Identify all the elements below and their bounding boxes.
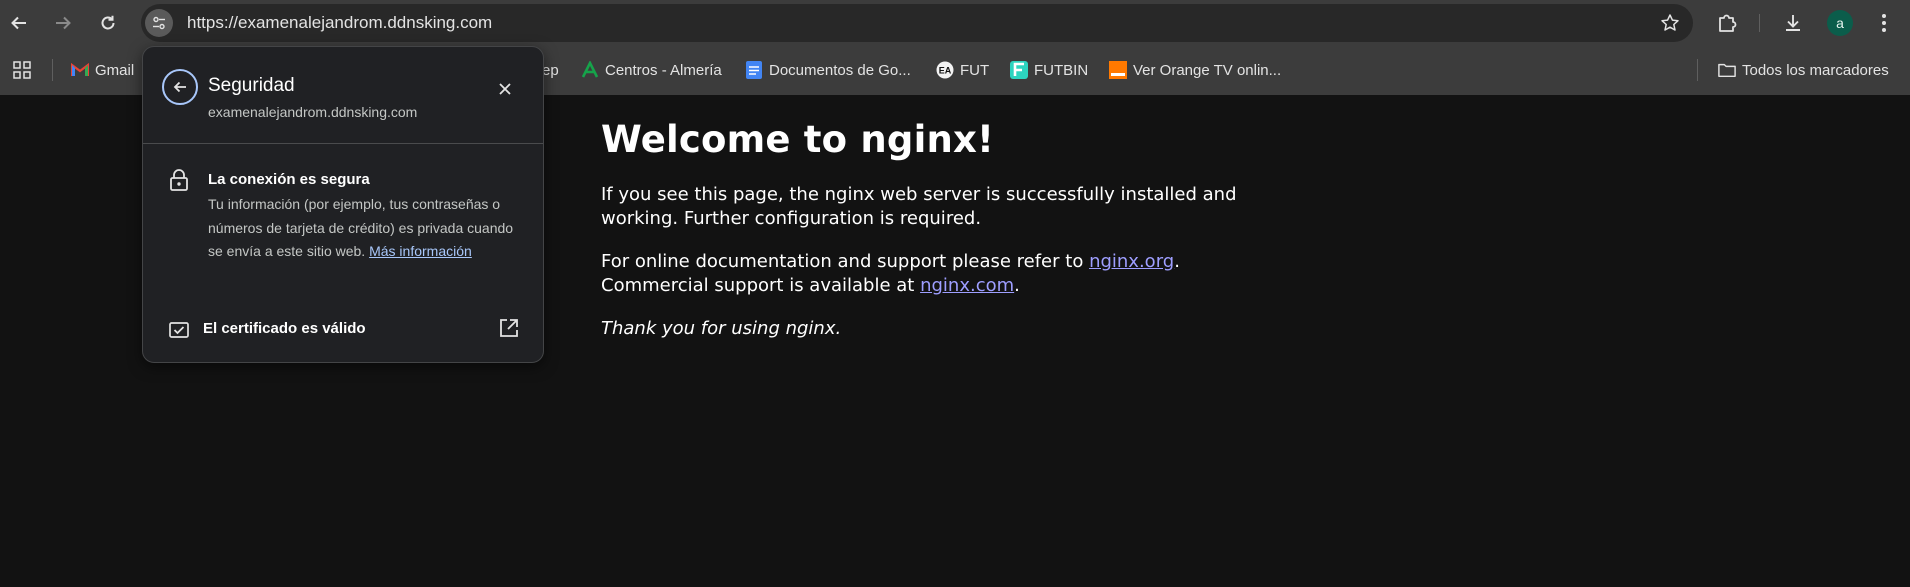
tune-icon <box>153 16 165 30</box>
arrow-left-icon <box>11 16 26 30</box>
connection-status-title: La conexión es segura <box>208 171 370 188</box>
bookmark-fut[interactable]: EA FUT <box>936 58 989 82</box>
arrow-right-icon <box>56 16 71 30</box>
popup-close-button[interactable] <box>495 79 515 99</box>
arrow-left-icon <box>173 81 186 93</box>
popup-domain: examenalejandrom.ddnsking.com <box>208 104 418 120</box>
bookmark-google-docs[interactable]: Documentos de Go... <box>745 58 911 82</box>
bookmarks-divider-right <box>1697 59 1698 81</box>
gmail-icon <box>71 61 89 79</box>
browser-menu-button[interactable] <box>1871 10 1897 36</box>
bookmark-label: Gmail <box>95 61 135 79</box>
extensions-button[interactable] <box>1714 10 1740 36</box>
folder-icon <box>1718 61 1736 79</box>
certificate-label: El certificado es válido <box>203 320 366 337</box>
orange-icon <box>1109 61 1127 79</box>
apps-button[interactable] <box>9 57 35 83</box>
external-link-icon[interactable] <box>498 317 520 339</box>
bookmark-orange-tv[interactable]: Ver Orange TV onlin... <box>1109 58 1281 82</box>
connection-status-body: Tu información (por ejemplo, tus contras… <box>208 193 518 264</box>
junta-andalucia-icon <box>581 61 599 79</box>
download-icon <box>1786 15 1800 31</box>
toolbar-divider <box>1759 14 1760 32</box>
avatar[interactable]: a <box>1827 10 1853 36</box>
nginx-org-link[interactable]: nginx.org <box>1089 251 1174 272</box>
docs-period: . <box>1174 251 1180 272</box>
bookmark-futbin[interactable]: FUTBIN <box>1010 58 1088 82</box>
bookmark-star-button[interactable] <box>1659 12 1681 34</box>
bookmark-label: Ver Orange TV onlin... <box>1133 61 1282 79</box>
all-bookmarks-label: Todos los marcadores <box>1742 61 1889 79</box>
bookmark-label: Centros - Almería <box>605 61 722 79</box>
close-icon <box>499 83 511 95</box>
docs-paragraph: For online documentation and support ple… <box>601 250 1241 298</box>
certificate-icon <box>169 322 189 338</box>
more-info-link[interactable]: Más información <box>369 243 472 259</box>
bookmark-label: FUT <box>960 61 990 79</box>
reload-button[interactable] <box>93 8 123 38</box>
url-text[interactable]: https://examenalejandrom.ddnsking.com <box>187 13 492 33</box>
bookmark-ep[interactable]: ep <box>542 58 559 82</box>
svg-text:EA: EA <box>939 66 952 76</box>
popup-back-button[interactable] <box>162 69 198 105</box>
site-info-button[interactable] <box>145 9 173 37</box>
lock-icon <box>170 169 188 191</box>
star-icon <box>1661 14 1679 31</box>
all-bookmarks-folder[interactable]: Todos los marcadores <box>1718 58 1889 82</box>
nginx-com-link[interactable]: nginx.com <box>920 275 1014 296</box>
apps-grid-icon <box>13 61 31 79</box>
security-popup: Seguridad examenalejandrom.ddnsking.com … <box>142 46 544 363</box>
bookmark-label: Documentos de Go... <box>769 61 911 79</box>
popup-divider <box>143 143 543 144</box>
commercial-period: . <box>1014 275 1020 296</box>
popup-title: Seguridad <box>208 75 295 96</box>
page-title: Welcome to nginx! <box>601 118 995 161</box>
docs-text: For online documentation and support ple… <box>601 251 1090 272</box>
futbin-icon <box>1010 61 1028 79</box>
page-content: Welcome to nginx! If you see this page, … <box>601 118 1241 360</box>
bookmarks-divider <box>52 59 53 81</box>
kebab-menu-icon <box>1882 14 1886 32</box>
forward-button[interactable] <box>48 8 78 38</box>
reload-icon <box>101 15 115 30</box>
thanks-paragraph: Thank you for using nginx. <box>601 318 842 339</box>
bookmark-gmail[interactable]: Gmail <box>71 58 134 82</box>
downloads-button[interactable] <box>1780 10 1806 36</box>
bookmark-label: FUTBIN <box>1034 61 1089 79</box>
back-button[interactable] <box>4 8 34 38</box>
puzzle-icon <box>1719 14 1737 32</box>
intro-paragraph: If you see this page, the nginx web serv… <box>601 184 1237 229</box>
bookmark-centros-almeria[interactable]: Centros - Almería <box>581 58 722 82</box>
browser-toolbar: https://examenalejandrom.ddnsking.com a <box>0 0 1910 46</box>
ea-icon: EA <box>936 61 954 79</box>
address-bar[interactable]: https://examenalejandrom.ddnsking.com <box>141 4 1693 42</box>
google-docs-icon <box>745 61 763 79</box>
bookmark-label: ep <box>542 61 559 79</box>
commercial-text: Commercial support is available at <box>601 275 921 296</box>
